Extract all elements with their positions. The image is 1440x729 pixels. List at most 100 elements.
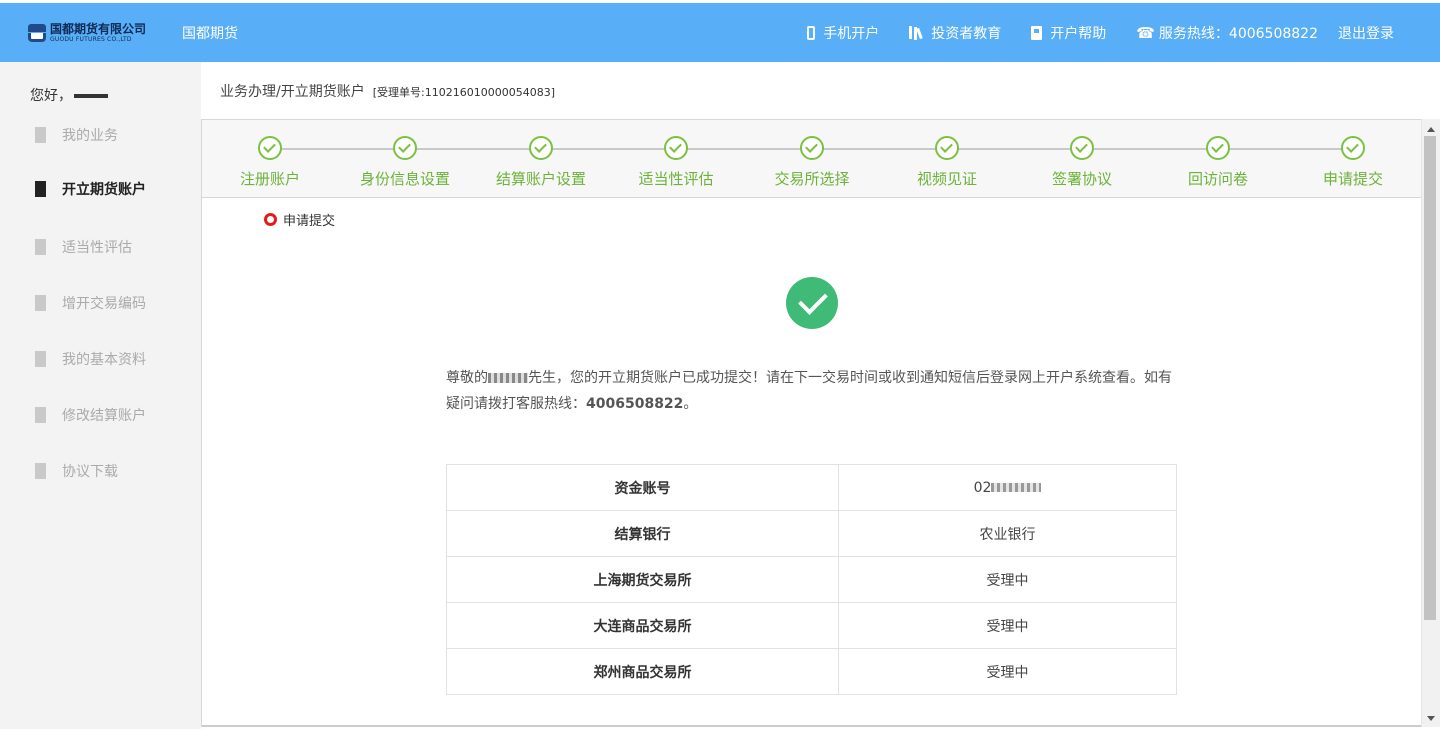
sidebar-item-open-futures-account[interactable]: 开立期货账户 [35, 179, 146, 199]
step-label: 申请提交 [1322, 170, 1383, 188]
check-circle-icon [800, 136, 824, 160]
check-circle-icon [258, 136, 282, 160]
brand-name: 国都期货 [182, 26, 238, 42]
success-message: 尊敬的 先生，您的开立期货账户已成功提交！请在下一交易时间或收到通知短信后登录网上… [446, 365, 1176, 417]
step-survey: 回访问卷 [1153, 136, 1283, 189]
success-check-icon [786, 277, 838, 329]
sidebar-item-label: 增开交易编码 [62, 296, 146, 312]
table-key: 结算银行 [446, 510, 839, 557]
sidebar: 您好， 我的业务 开立期货账户 适当性评估 增开交易编码 我的基本资料 修改结算… [0, 62, 201, 729]
message-prefix: 尊敬的 [446, 370, 488, 386]
step-label: 签署协议 [1051, 170, 1112, 188]
telephone-icon: ☎ [1136, 23, 1155, 42]
menu-marker-icon [35, 181, 46, 197]
menu-marker-icon [35, 127, 46, 143]
account-number-prefix: 02 [973, 479, 992, 496]
sidebar-item-agreement-download[interactable]: 协议下载 [35, 461, 118, 481]
table-row: 资金账号 02 [446, 464, 1177, 511]
user-greeting: 您好， [30, 85, 108, 105]
nav-help-label: 开户帮助 [1050, 26, 1107, 42]
table-row: 结算银行 农业银行 [446, 510, 1177, 557]
company-logo[interactable]: 国都期货有限公司 GUODU FUTURES CO.,LTD [28, 19, 146, 47]
check-circle-icon [529, 136, 553, 160]
step-submit: 申请提交 [1288, 136, 1418, 189]
step-video: 视频见证 [882, 136, 1012, 189]
table-value: 受理中 [838, 556, 1177, 603]
table-key: 大连商品交易所 [446, 602, 839, 649]
sidebar-item-label: 我的基本资料 [62, 352, 146, 368]
table-row: 大连商品交易所 受理中 [446, 602, 1177, 649]
table-key: 上海期货交易所 [446, 556, 839, 603]
sidebar-item-label: 开立期货账户 [62, 182, 146, 198]
table-value: 受理中 [838, 602, 1177, 649]
account-info-table: 资金账号 02 结算银行 农业银行 上海期货交易所 受理中 大连商品交易所 受理… [446, 464, 1177, 695]
phone-icon [807, 26, 816, 40]
sidebar-item-trading-code[interactable]: 增开交易编码 [35, 293, 146, 313]
table-row: 上海期货交易所 受理中 [446, 556, 1177, 603]
step-register: 注册账户 [205, 136, 335, 189]
table-row: 郑州商品交易所 受理中 [446, 648, 1177, 695]
nav-mobile-label: 手机开户 [823, 26, 880, 42]
check-circle-icon [1206, 136, 1230, 160]
check-circle-icon [664, 136, 688, 160]
sidebar-item-label: 协议下载 [62, 464, 118, 480]
nav-account-help[interactable]: 开户帮助 [1031, 23, 1106, 43]
logo-mark-icon [28, 22, 46, 44]
book-icon [1031, 26, 1043, 40]
nav-investor-education[interactable]: 投资者教育 [909, 23, 1001, 43]
sidebar-item-basic-info[interactable]: 我的基本资料 [35, 349, 146, 369]
current-step-label: 申请提交 [283, 214, 336, 229]
nav-hotline-label: 服务热线：4006508822 [1158, 26, 1318, 42]
top-nav: 手机开户 投资者教育 开户帮助 ☎ 服务热线：4006508822 退出登录 [777, 23, 1394, 43]
step-label: 注册账户 [239, 170, 300, 188]
vertical-scrollbar[interactable] [1421, 119, 1440, 727]
breadcrumb-path: 业务办理/开立期货账户 [220, 84, 365, 100]
table-key: 郑州商品交易所 [446, 648, 839, 695]
check-circle-icon [1070, 136, 1094, 160]
logo-english-name: GUODU FUTURES CO.,LTD [50, 36, 132, 43]
nav-education-label: 投资者教育 [931, 26, 1002, 42]
message-end: 。 [683, 396, 698, 412]
step-label: 交易所选择 [774, 170, 850, 188]
menu-marker-icon [35, 239, 46, 255]
step-label: 结算账户设置 [495, 170, 586, 188]
sidebar-item-label: 修改结算账户 [62, 408, 146, 424]
menu-marker-icon [35, 295, 46, 311]
sidebar-item-my-business[interactable]: 我的业务 [35, 125, 118, 145]
main-panel: 注册账户 身份信息设置 结算账户设置 适当性评估 交易所选择 视频见证 签署协议… [201, 119, 1421, 727]
step-label: 适当性评估 [638, 170, 714, 188]
check-circle-icon [935, 136, 959, 160]
logout-link[interactable]: 退出登录 [1338, 23, 1394, 43]
step-label: 回访问卷 [1187, 170, 1248, 188]
step-settlement: 结算账户设置 [476, 136, 606, 189]
scrollbar-thumb[interactable] [1424, 136, 1436, 620]
redacted-name [488, 373, 528, 383]
top-header: 国都期货有限公司 GUODU FUTURES CO.,LTD 国都期货 手机开户… [0, 3, 1440, 62]
nav-hotline: ☎ 服务热线：4006508822 [1136, 23, 1318, 43]
table-value: 受理中 [838, 648, 1177, 695]
breadcrumb: 业务办理/开立期货账户 [受理单号:110216010000054083] [220, 81, 555, 101]
step-identity: 身份信息设置 [340, 136, 470, 189]
radio-selected-icon [264, 213, 277, 226]
sidebar-item-settlement-account[interactable]: 修改结算账户 [35, 405, 146, 425]
check-circle-icon [393, 136, 417, 160]
hotline-number: 4006508822 [586, 396, 684, 412]
step-suitability: 适当性评估 [611, 136, 741, 189]
scroll-up-icon[interactable] [1427, 127, 1435, 132]
sidebar-item-label: 我的业务 [62, 128, 118, 144]
redacted-account [991, 483, 1042, 492]
step-exchange: 交易所选择 [747, 136, 877, 189]
check-circle-icon [1341, 136, 1365, 160]
greeting-text: 您好， [30, 88, 72, 104]
sidebar-item-label: 适当性评估 [62, 240, 132, 256]
scroll-down-icon[interactable] [1427, 716, 1435, 721]
menu-marker-icon [35, 463, 46, 479]
step-label: 身份信息设置 [359, 170, 450, 188]
menu-marker-icon [35, 407, 46, 423]
step-label: 视频见证 [916, 170, 977, 188]
table-value: 农业银行 [838, 510, 1177, 557]
sidebar-item-suitability[interactable]: 适当性评估 [35, 237, 132, 257]
redacted-username [74, 94, 108, 98]
books-icon [909, 26, 923, 40]
nav-mobile-account[interactable]: 手机开户 [807, 23, 879, 43]
